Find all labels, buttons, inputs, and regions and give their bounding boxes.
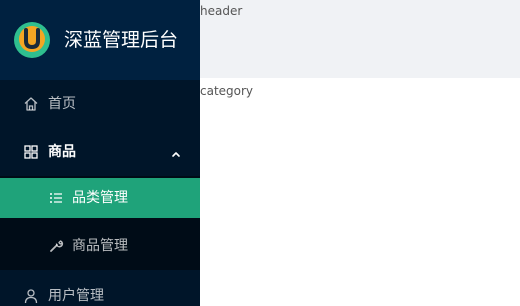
sidebar-item-label: 首页 xyxy=(48,96,76,112)
sidebar-item-label: 用户管理 xyxy=(48,288,104,304)
sidebar-item-label: 品类管理 xyxy=(72,190,128,206)
content-text: category xyxy=(200,84,254,98)
header-text: header xyxy=(200,4,243,18)
appstore-icon xyxy=(23,144,39,160)
sidebar-item-users[interactable]: 用户管理 xyxy=(0,272,200,306)
header: header xyxy=(200,0,520,78)
brand: 深蓝管理后台 xyxy=(0,0,200,80)
main-content: category xyxy=(200,78,520,306)
app-root: 深蓝管理后台 首页 商品 品类管理 商品管理 用户管理 header categ… xyxy=(0,0,520,306)
logo-icon xyxy=(14,22,50,58)
sidebar-item-product-management[interactable]: 商品管理 xyxy=(0,226,200,266)
sidebar: 深蓝管理后台 首页 商品 品类管理 商品管理 用户管理 xyxy=(0,0,200,306)
tool-icon xyxy=(48,238,64,254)
chevron-up-icon[interactable] xyxy=(170,147,182,157)
bars-icon xyxy=(48,190,64,206)
sidebar-item-category[interactable]: 品类管理 xyxy=(0,178,200,218)
sidebar-item-label: 商品管理 xyxy=(72,238,128,254)
user-icon xyxy=(23,288,39,304)
home-icon xyxy=(23,96,39,112)
app-title: 深蓝管理后台 xyxy=(64,29,179,51)
sidebar-item-goods[interactable]: 商品 xyxy=(0,128,200,176)
sidebar-item-label: 商品 xyxy=(48,144,76,160)
sidebar-item-home[interactable]: 首页 xyxy=(0,80,200,128)
